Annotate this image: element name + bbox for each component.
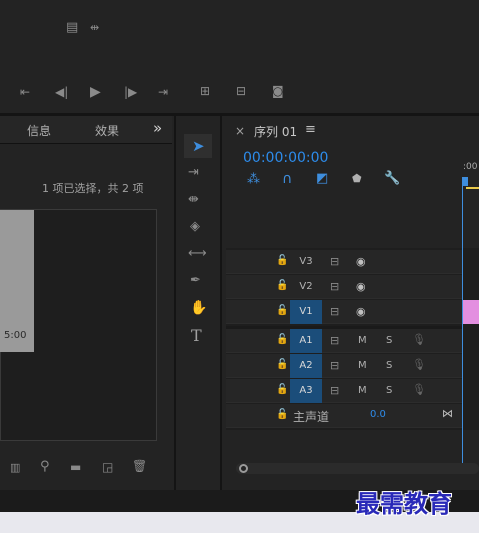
camera-icon[interactable]: ◙ [272,85,284,97]
timecode[interactable]: 00:00:00:00 [243,150,328,166]
selection-tool-icon: ➤ [192,137,205,155]
extract-icon[interactable]: ⊟ [236,85,246,97]
sequence-menu-icon[interactable]: ≡ [305,122,316,137]
playhead-line[interactable] [462,178,463,464]
microphone-icon[interactable]: 🎙 [412,384,426,395]
clip-duration: 5:00 [4,330,27,341]
track-row-a1: 🔓 A1 ⊟ M S 🎙 [226,329,462,353]
zoom-scrollbar[interactable] [236,463,479,474]
track-label-v2[interactable]: V2 [290,275,322,299]
lock-icon[interactable]: 🔓 [276,335,288,345]
hand-tool-icon[interactable]: ✋ [190,301,207,315]
program-monitor: ▤ ⇹ ⇤ ◀| ▶ |▶ ⇥ ⊞ ⊟ ◙ [0,0,479,113]
play-icon[interactable]: ▶ [90,85,101,99]
folder-icon[interactable]: ▬ [70,461,81,473]
go-to-edit-icon[interactable]: ⋈ [442,408,453,419]
track-row-v3: 🔓 V3 ⊟ ◉ [226,250,462,274]
solo-button[interactable]: S [386,360,392,371]
track-row-a3: 🔓 A3 ⊟ M S 🎙 [226,379,462,403]
ripple-edit-tool-icon[interactable]: ⇼ [188,193,199,206]
toggle-sync-icon[interactable]: ⊟ [330,306,339,317]
close-sequence-icon[interactable]: × [235,124,245,138]
export-frame-icon[interactable]: ▤ [66,21,78,34]
slip-tool-icon[interactable]: ⟷ [188,247,207,260]
pen-tool-icon[interactable]: ✒ [190,274,201,287]
marker-icon[interactable]: ⬟ [352,172,362,185]
add-marker-icon[interactable]: ◩ [316,171,328,186]
selection-tool-button[interactable]: ➤ [184,134,212,158]
timeline-settings-icon[interactable]: 🔧 [384,171,400,186]
work-area-bar [466,187,479,189]
mute-button[interactable]: M [358,360,367,371]
zoom-handle[interactable] [239,464,248,473]
type-tool-icon[interactable]: T [191,326,202,345]
track-row-v2: 🔓 V2 ⊟ ◉ [226,275,462,299]
more-panels-icon[interactable]: » [153,119,162,137]
tab-effects[interactable]: 效果 [95,122,119,139]
track-label-a3[interactable]: A3 [290,379,322,403]
track-select-tool-icon[interactable]: ⇥ [188,166,199,179]
lock-icon[interactable]: 🔓 [276,256,288,266]
track-row-v1: 🔓 V1 ⊟ ◉ [226,300,462,324]
wrench-arrows-icon[interactable]: ⇹ [90,22,99,33]
microphone-icon[interactable]: 🎙 [412,334,426,345]
sequence-tab[interactable]: 序列 01 [254,123,297,140]
mute-button[interactable]: M [358,335,367,346]
search-icon[interactable]: ⚲ [40,460,50,473]
icon-view-icon[interactable]: ▥ [10,462,20,473]
step-back-icon[interactable]: ◀| [55,86,68,98]
microphone-icon[interactable]: 🎙 [412,359,426,370]
master-volume-value[interactable]: 0.0 [370,409,386,420]
mark-in-icon[interactable]: ⇤ [20,86,30,98]
lock-icon[interactable]: 🔓 [276,281,288,291]
lock-icon[interactable]: 🔓 [276,306,288,316]
new-item-icon[interactable]: ◲ [102,461,113,473]
lock-icon[interactable]: 🔓 [276,410,288,420]
toggle-sync-icon[interactable]: ⊟ [330,281,339,292]
eye-icon[interactable]: ◉ [356,281,366,292]
razor-tool-icon[interactable]: ◈ [190,220,200,233]
linked-selection-icon[interactable]: ∩ [282,171,292,187]
solo-button[interactable]: S [386,385,392,396]
toggle-sync-icon[interactable]: ⊟ [330,385,339,396]
eye-icon[interactable]: ◉ [356,256,366,267]
track-label-v1[interactable]: V1 [290,300,322,324]
solo-button[interactable]: S [386,335,392,346]
track-label-a1[interactable]: A1 [290,329,322,353]
lift-icon[interactable]: ⊞ [200,85,210,97]
track-row-a2: 🔓 A2 ⊟ M S 🎙 [226,354,462,378]
trash-icon[interactable]: 🗑 [132,460,147,472]
tab-info[interactable]: 信息 [27,122,51,139]
video-clip[interactable] [463,300,479,324]
project-panel-header: 信息 效果 » [0,116,172,144]
snap-icon[interactable]: ⁂ [247,172,260,187]
track-row-master: 🔓 主声道 0.0 ⋈ [226,404,462,428]
toggle-sync-icon[interactable]: ⊟ [330,360,339,371]
master-track-label: 主声道 [293,410,330,424]
toggle-sync-icon[interactable]: ⊟ [330,256,339,267]
track-label-v3[interactable]: V3 [290,250,322,274]
selection-status: 1 项已选择，共 2 项 [42,182,144,195]
watermark: 最需教育 [356,489,452,518]
tools-panel: ➤ ⇥ ⇼ ◈ ⟷ ✒ ✋ T [174,116,222,490]
track-label-a2[interactable]: A2 [290,354,322,378]
ruler-label: :00 [463,162,478,172]
eye-icon[interactable]: ◉ [356,306,366,317]
lock-icon[interactable]: 🔓 [276,360,288,370]
step-forward-icon[interactable]: |▶ [124,86,137,98]
toggle-sync-icon[interactable]: ⊟ [330,335,339,346]
mark-out-icon[interactable]: ⇥ [158,86,168,98]
lock-icon[interactable]: 🔓 [276,385,288,395]
mute-button[interactable]: M [358,385,367,396]
